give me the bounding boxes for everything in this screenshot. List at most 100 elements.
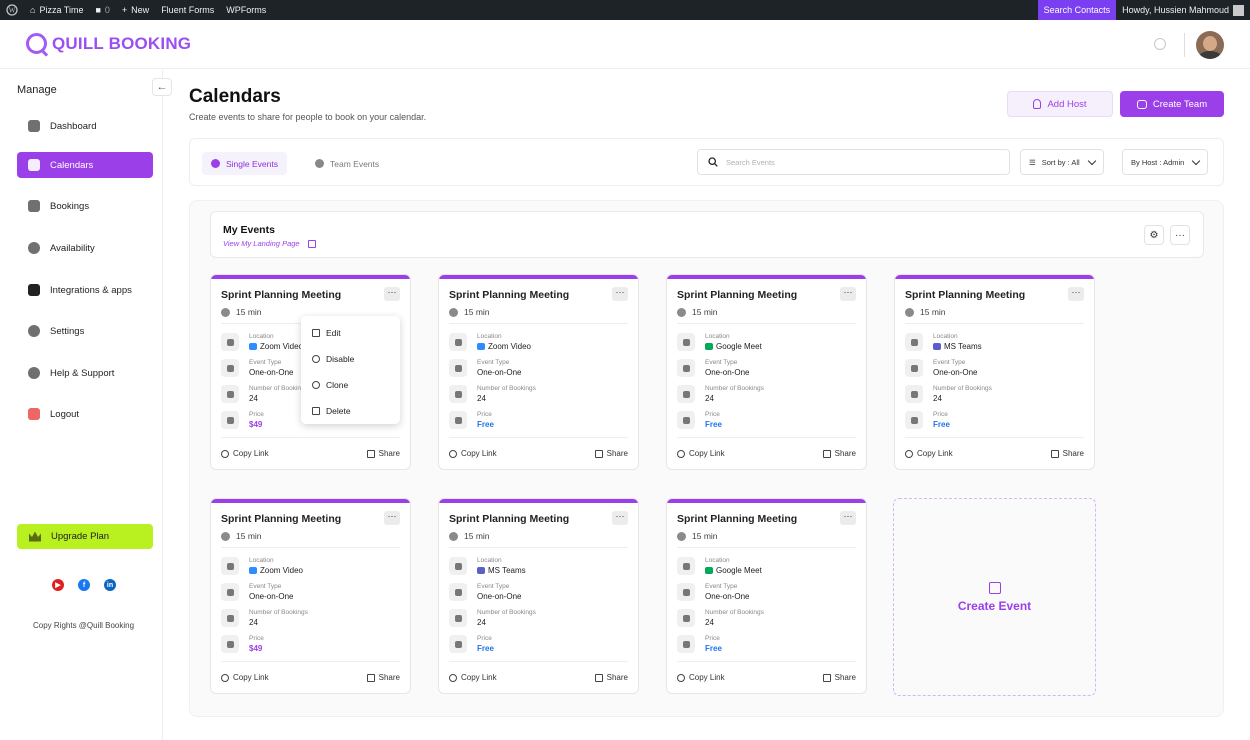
fluent-forms-link[interactable]: Fluent Forms [155, 0, 220, 20]
divider [221, 547, 400, 548]
divider [905, 437, 1084, 438]
copy-link-button[interactable]: Copy Link [677, 449, 725, 458]
search-contacts-button[interactable]: Search Contacts [1037, 0, 1117, 20]
price-row: Price Free [449, 635, 494, 654]
share-button[interactable]: Share [594, 673, 628, 682]
card-accent-bar [439, 499, 638, 503]
card-more-button[interactable]: ··· [612, 287, 628, 301]
event-card[interactable]: Sprint Planning Meeting ··· 15 min Locat… [666, 498, 867, 694]
event-card[interactable]: Sprint Planning Meeting ··· 15 min Locat… [438, 498, 639, 694]
disable-icon [312, 355, 320, 363]
sidebar-item-settings[interactable]: Settings [17, 318, 153, 344]
landing-page-link[interactable]: View My Landing Page [223, 239, 316, 248]
menu-item-clone[interactable]: Clone [301, 372, 400, 398]
share-icon [1050, 449, 1059, 458]
clock-icon [677, 307, 686, 317]
sidebar-item-help[interactable]: Help & Support [17, 360, 153, 386]
sidebar-item-label: Bookings [50, 200, 90, 212]
tab-team-events[interactable]: Team Events [306, 152, 388, 175]
price-icon [677, 411, 695, 429]
share-button[interactable]: Share [366, 449, 400, 458]
linkedin-icon[interactable]: in [104, 579, 116, 591]
divider [677, 323, 856, 324]
sidebar-item-logout[interactable]: Logout [17, 401, 153, 427]
sort-select[interactable]: ☰ Sort by : All [1020, 149, 1104, 175]
arrow-left-icon: ← [156, 81, 168, 93]
duration-value: 15 min [920, 307, 946, 317]
site-name-link[interactable]: ⌂ Pizza Time [24, 0, 89, 20]
duration-value: 15 min [692, 307, 718, 317]
user-account-menu[interactable]: Howdy, Hussien Mahmoud [1116, 0, 1250, 20]
host-select[interactable]: By Host : Admin [1122, 149, 1209, 175]
sidebar-item-dashboard[interactable]: Dashboard [17, 113, 153, 139]
card-more-button[interactable]: ··· [612, 511, 628, 525]
copy-link-button[interactable]: Copy Link [677, 673, 725, 682]
share-button[interactable]: Share [822, 673, 856, 682]
upgrade-plan-button[interactable]: Upgrade Plan [17, 524, 153, 549]
price-label: Price [249, 411, 264, 418]
sidebar-item-label: Dashboard [50, 120, 97, 132]
menu-item-disable[interactable]: Disable [301, 346, 400, 372]
price-row: Price Free [449, 411, 494, 430]
event-card[interactable]: Sprint Planning Meeting ··· 15 min Locat… [894, 274, 1095, 470]
bookings-row: Number of Bookings 24 [449, 609, 536, 628]
card-more-button[interactable]: ··· [384, 287, 400, 301]
search-input[interactable] [726, 157, 986, 167]
create-event-card[interactable]: Create Event [893, 498, 1096, 696]
copy-link-button[interactable]: Copy Link [221, 673, 269, 682]
wordpress-logo-icon[interactable]: W [0, 0, 24, 20]
platform-icon [249, 343, 257, 350]
card-more-button[interactable]: ··· [1068, 287, 1084, 301]
event-type-value: One-on-One [705, 368, 750, 377]
create-team-button[interactable]: Create Team [1120, 91, 1224, 117]
location-text: Google Meet [716, 566, 762, 575]
share-button[interactable]: Share [366, 673, 400, 682]
comments-link[interactable]: ■ 0 [89, 0, 115, 20]
card-more-button[interactable]: ··· [384, 511, 400, 525]
search-icon [708, 157, 718, 167]
event-card[interactable]: Sprint Planning Meeting ··· 15 min Locat… [210, 498, 411, 694]
card-accent-bar [895, 275, 1094, 279]
event-card[interactable]: Sprint Planning Meeting ··· 15 min Locat… [666, 274, 867, 470]
svg-text:W: W [9, 7, 16, 15]
divider [677, 437, 856, 438]
add-host-button[interactable]: Add Host [1007, 91, 1113, 117]
sidebar-item-integrations[interactable]: Integrations & apps [17, 277, 153, 303]
card-more-button[interactable]: ··· [840, 511, 856, 525]
copy-link-button[interactable]: Copy Link [449, 673, 497, 682]
theme-toggle-icon[interactable] [1154, 38, 1166, 50]
event-type-label: Event Type [705, 359, 738, 366]
link-icon [449, 673, 457, 682]
more-options-button[interactable]: ··· [1170, 225, 1190, 245]
bookings-value: 24 [705, 618, 714, 627]
platform-icon [933, 343, 941, 350]
wpforms-link[interactable]: WPForms [220, 0, 272, 20]
location-icon [905, 333, 923, 351]
copy-link-button[interactable]: Copy Link [221, 449, 269, 458]
event-card[interactable]: Sprint Planning Meeting ··· 15 min Locat… [438, 274, 639, 470]
divider [905, 323, 1084, 324]
copy-link-button[interactable]: Copy Link [905, 449, 953, 458]
copy-link-button[interactable]: Copy Link [449, 449, 497, 458]
price-label: Price [477, 411, 492, 418]
share-button[interactable]: Share [1050, 449, 1084, 458]
profile-avatar[interactable] [1196, 31, 1224, 59]
collapse-sidebar-button[interactable]: ← [152, 78, 172, 96]
settings-button[interactable]: ⚙ [1144, 225, 1164, 245]
menu-item-edit[interactable]: Edit [301, 320, 400, 346]
sidebar-item-bookings[interactable]: Bookings [17, 193, 153, 219]
youtube-icon[interactable]: ▶ [52, 579, 64, 591]
ellipsis-icon: ··· [1175, 229, 1185, 241]
quill-booking-logo[interactable]: QUILL BOOKING [26, 33, 191, 54]
bookings-row: Number of Bookings 24 [449, 385, 536, 404]
new-content-link[interactable]: + New [116, 0, 155, 20]
share-button[interactable]: Share [594, 449, 628, 458]
facebook-icon[interactable]: f [78, 579, 90, 591]
share-button[interactable]: Share [822, 449, 856, 458]
tab-single-events[interactable]: Single Events [202, 152, 287, 175]
sidebar-item-availability[interactable]: Availability [17, 235, 153, 261]
location-text: MS Teams [944, 342, 982, 351]
card-more-button[interactable]: ··· [840, 287, 856, 301]
menu-item-delete[interactable]: Delete [301, 398, 400, 424]
sidebar-item-calendars[interactable]: Calendars [17, 152, 153, 178]
